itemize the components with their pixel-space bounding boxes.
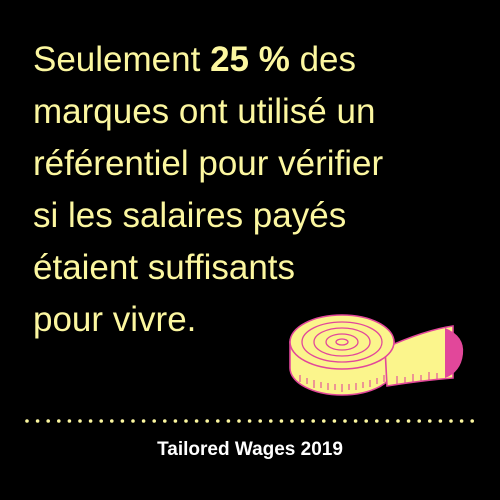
dotted-divider — [25, 419, 475, 423]
headline-line-2: marques ont utilisé un — [33, 92, 376, 131]
headline-line-1: Seulement 25 % des — [33, 34, 473, 86]
source-credit: Tailored Wages 2019 — [157, 439, 343, 460]
headline-line-3: référentiel pour vérifier — [33, 144, 384, 183]
headline-text-before: Seulement — [33, 40, 211, 79]
measuring-tape-icon — [289, 314, 464, 396]
headline-line-5: étaient suffisants — [33, 248, 296, 287]
headline-text-after: des — [289, 40, 356, 79]
headline-line-4: si les salaires payés — [33, 196, 347, 235]
highlight-percentage: 25 % — [210, 40, 290, 79]
infographic-card: Seulement 25 % des marques ont utilisé u… — [0, 0, 500, 500]
